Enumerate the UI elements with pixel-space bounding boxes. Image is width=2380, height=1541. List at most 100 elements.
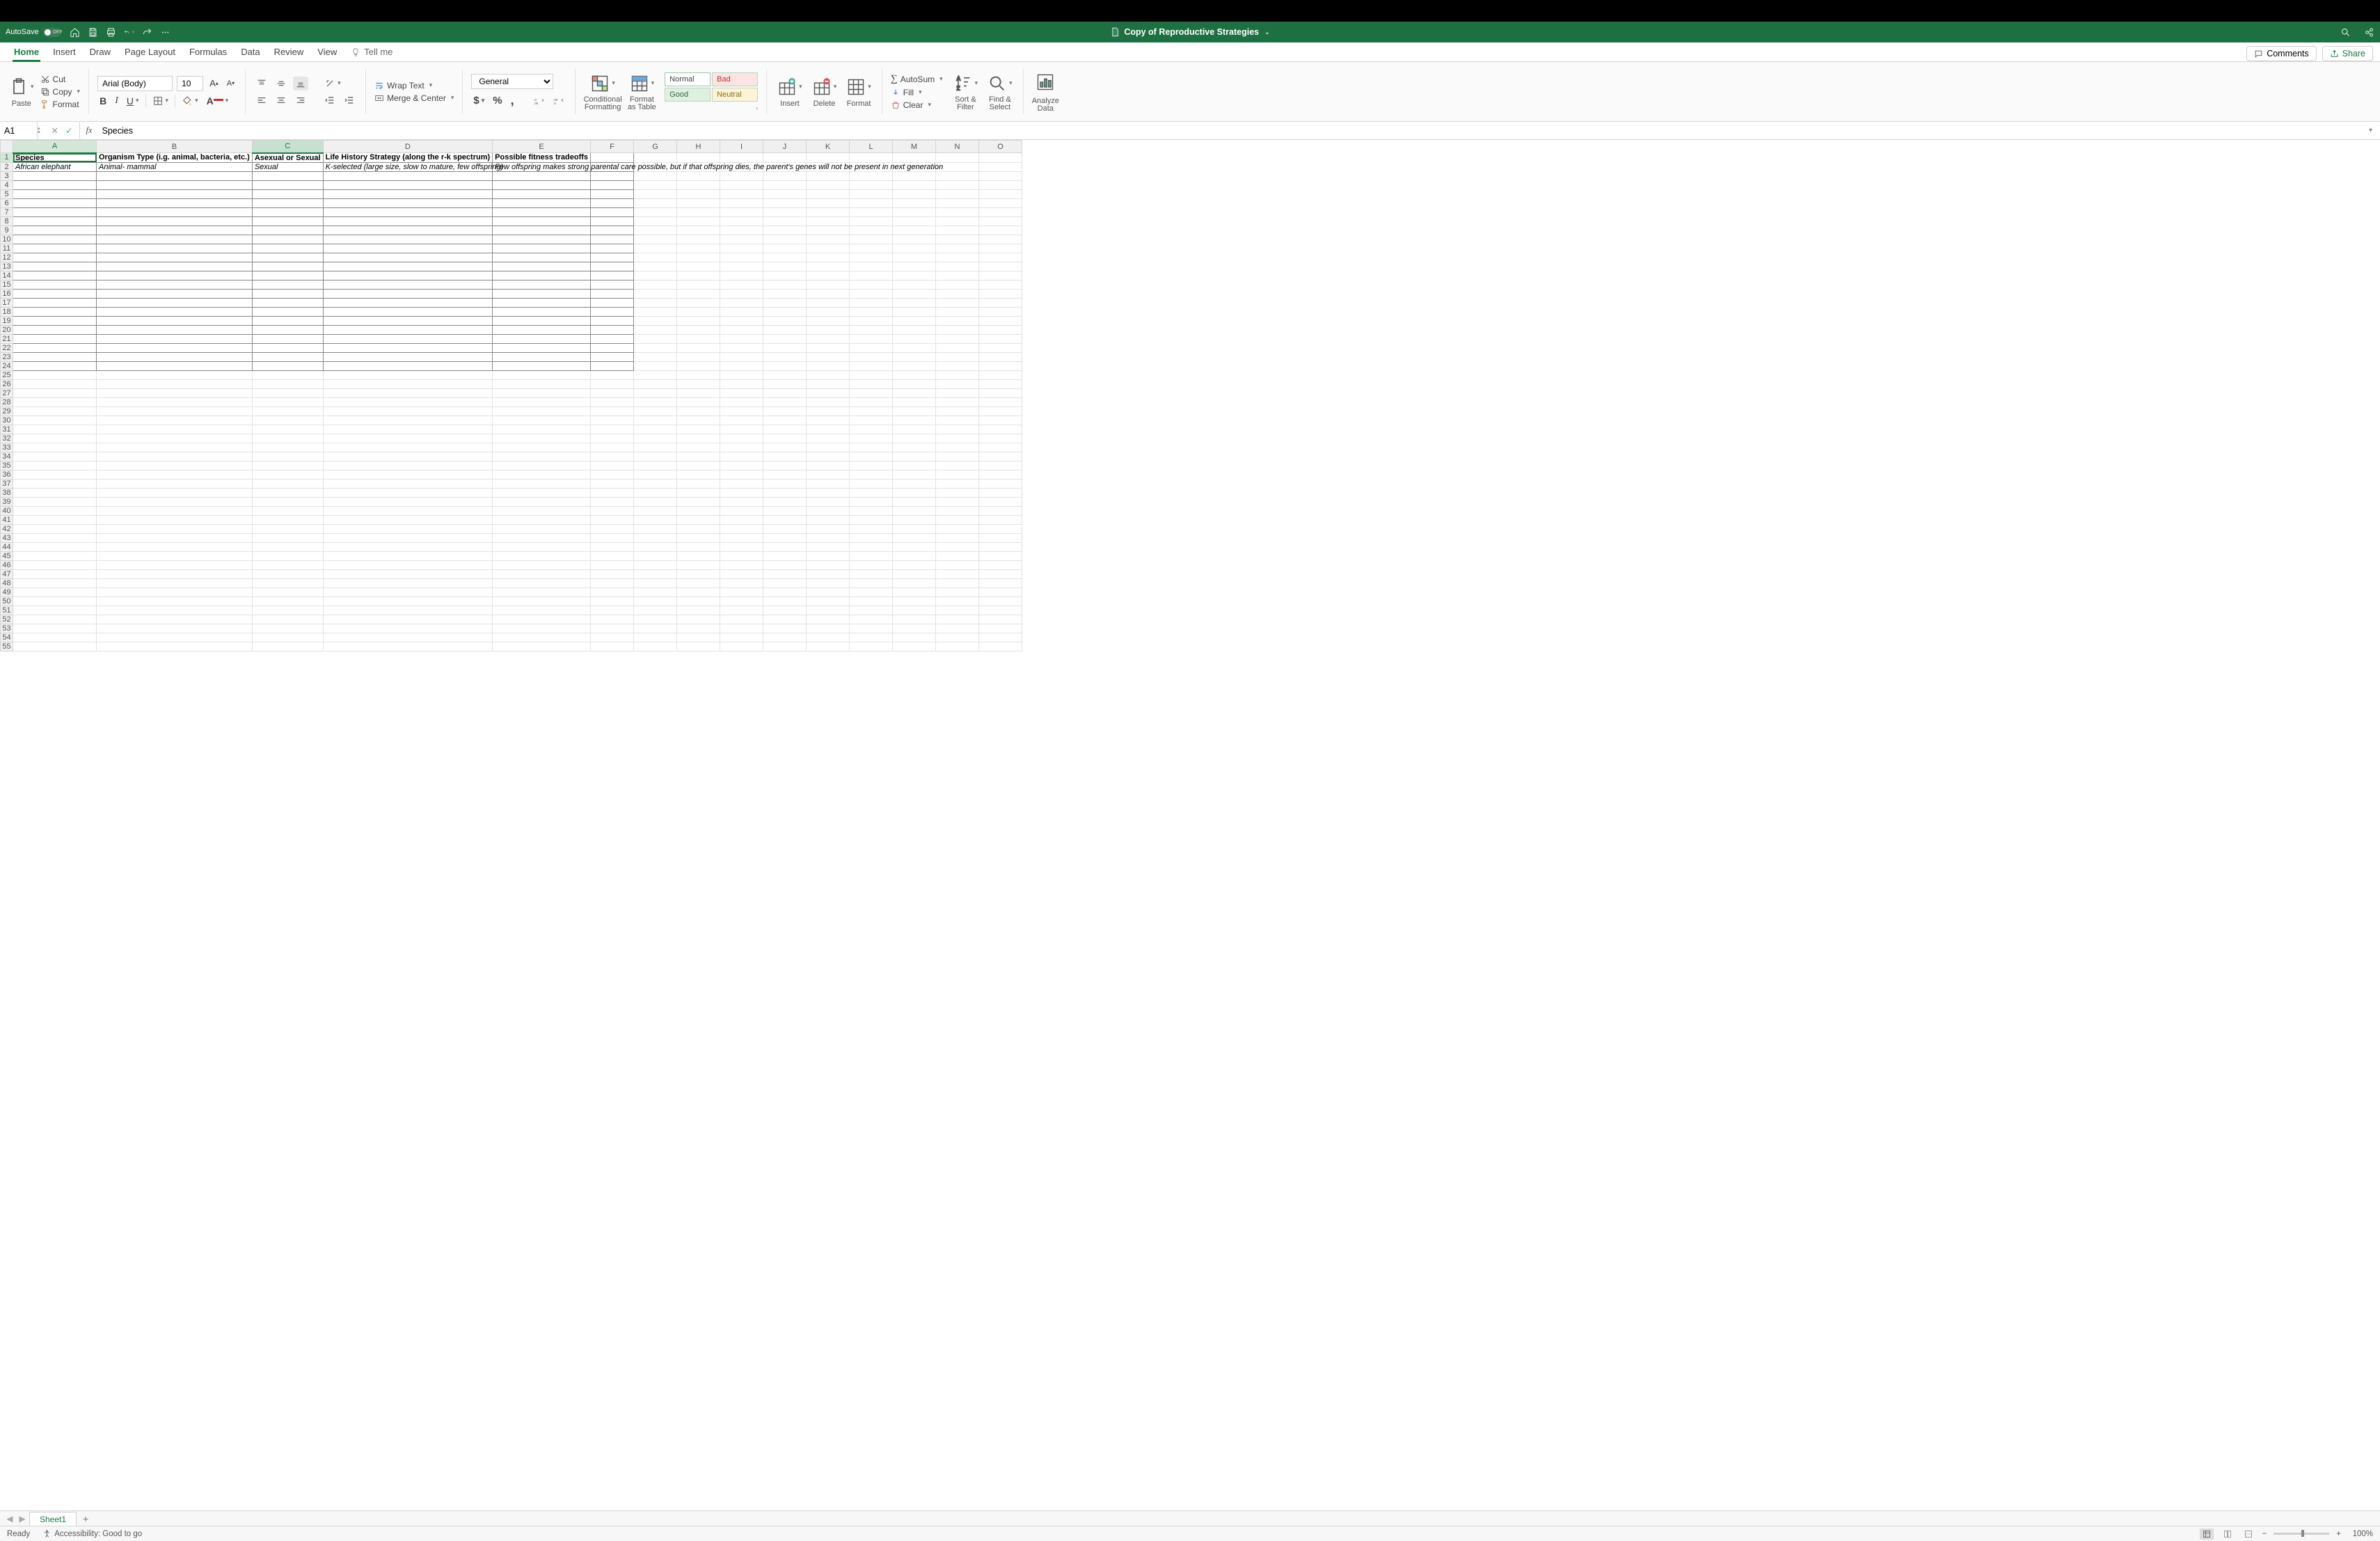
column-header[interactable]: G <box>634 141 677 153</box>
cell[interactable] <box>893 470 936 479</box>
cell[interactable] <box>979 343 1022 352</box>
cell[interactable] <box>850 479 893 488</box>
row-header[interactable]: 8 <box>1 216 13 226</box>
decrease-indent-icon[interactable] <box>322 93 338 107</box>
cell[interactable] <box>936 216 979 226</box>
cell[interactable] <box>850 434 893 443</box>
cell[interactable] <box>97 352 253 361</box>
cell[interactable] <box>936 334 979 343</box>
column-header[interactable]: L <box>850 141 893 153</box>
cell[interactable] <box>493 180 591 189</box>
cell[interactable] <box>493 343 591 352</box>
cell[interactable] <box>936 434 979 443</box>
cell[interactable] <box>323 524 493 533</box>
cell[interactable] <box>850 624 893 633</box>
cell[interactable] <box>677 606 720 615</box>
cell[interactable] <box>97 615 253 624</box>
cell[interactable] <box>763 307 807 316</box>
cell[interactable] <box>493 569 591 578</box>
cell[interactable] <box>936 271 979 280</box>
cell[interactable] <box>591 488 634 497</box>
cell[interactable] <box>936 244 979 253</box>
cell[interactable] <box>677 325 720 334</box>
cell[interactable] <box>720 488 763 497</box>
cell[interactable]: Asexual or Sexual <box>252 153 323 163</box>
cell[interactable] <box>979 216 1022 226</box>
cell[interactable] <box>850 633 893 642</box>
cell[interactable] <box>936 171 979 180</box>
cell[interactable] <box>850 316 893 325</box>
cell[interactable] <box>13 370 97 379</box>
cell[interactable] <box>591 416 634 425</box>
cell[interactable] <box>252 207 323 216</box>
cell[interactable] <box>677 334 720 343</box>
tab-insert[interactable]: Insert <box>46 44 83 61</box>
cell[interactable] <box>936 425 979 434</box>
cell[interactable] <box>720 524 763 533</box>
cell[interactable] <box>763 189 807 198</box>
cell[interactable] <box>493 406 591 416</box>
cell[interactable] <box>634 388 677 397</box>
row-header[interactable]: 40 <box>1 506 13 515</box>
fx-icon[interactable]: fx <box>80 125 97 136</box>
cell[interactable] <box>936 524 979 533</box>
cell[interactable] <box>493 470 591 479</box>
cell[interactable] <box>323 542 493 551</box>
cell[interactable] <box>807 542 850 551</box>
column-header[interactable]: O <box>979 141 1022 153</box>
cell[interactable] <box>720 189 763 198</box>
cell[interactable] <box>893 479 936 488</box>
cell[interactable] <box>323 262 493 271</box>
cell[interactable] <box>323 253 493 262</box>
copy-button[interactable]: Copy <box>40 87 81 97</box>
cell[interactable] <box>979 524 1022 533</box>
cell[interactable] <box>591 289 634 298</box>
cell[interactable] <box>591 361 634 370</box>
cell[interactable] <box>936 633 979 642</box>
cell[interactable] <box>893 560 936 569</box>
cell[interactable] <box>323 642 493 651</box>
cell[interactable] <box>893 316 936 325</box>
row-header[interactable]: 37 <box>1 479 13 488</box>
cell[interactable] <box>252 325 323 334</box>
cell[interactable] <box>893 615 936 624</box>
cell[interactable] <box>493 416 591 425</box>
cell[interactable] <box>979 406 1022 416</box>
font-name-input[interactable] <box>97 76 173 91</box>
cell[interactable] <box>13 244 97 253</box>
cell[interactable] <box>591 560 634 569</box>
cell[interactable] <box>493 334 591 343</box>
row-header[interactable]: 22 <box>1 343 13 352</box>
cell[interactable] <box>493 262 591 271</box>
cell[interactable] <box>252 316 323 325</box>
cell[interactable] <box>850 334 893 343</box>
cell[interactable] <box>850 388 893 397</box>
zoom-in-button[interactable]: + <box>2336 1530 2341 1538</box>
cell[interactable] <box>591 171 634 180</box>
cell[interactable] <box>97 479 253 488</box>
cell[interactable] <box>763 226 807 235</box>
cell[interactable] <box>493 443 591 452</box>
row-header[interactable]: 34 <box>1 452 13 461</box>
cell[interactable] <box>634 244 677 253</box>
cell[interactable] <box>763 596 807 606</box>
autosave-toggle[interactable]: AutoSave OFF <box>6 28 63 37</box>
bold-icon[interactable]: B <box>97 94 109 108</box>
cell[interactable] <box>979 633 1022 642</box>
cell[interactable] <box>720 506 763 515</box>
cell[interactable] <box>850 560 893 569</box>
cell[interactable] <box>893 226 936 235</box>
cell[interactable] <box>591 542 634 551</box>
cell[interactable] <box>252 596 323 606</box>
cell[interactable] <box>979 325 1022 334</box>
cell[interactable] <box>893 443 936 452</box>
cell[interactable] <box>763 587 807 596</box>
cell[interactable] <box>720 235 763 244</box>
cell[interactable] <box>634 470 677 479</box>
cell[interactable] <box>807 271 850 280</box>
cell[interactable] <box>97 262 253 271</box>
analyze-data-icon[interactable] <box>1033 71 1057 93</box>
tab-data[interactable]: Data <box>234 44 267 61</box>
cell[interactable] <box>720 642 763 651</box>
italic-icon[interactable]: I <box>113 94 120 108</box>
